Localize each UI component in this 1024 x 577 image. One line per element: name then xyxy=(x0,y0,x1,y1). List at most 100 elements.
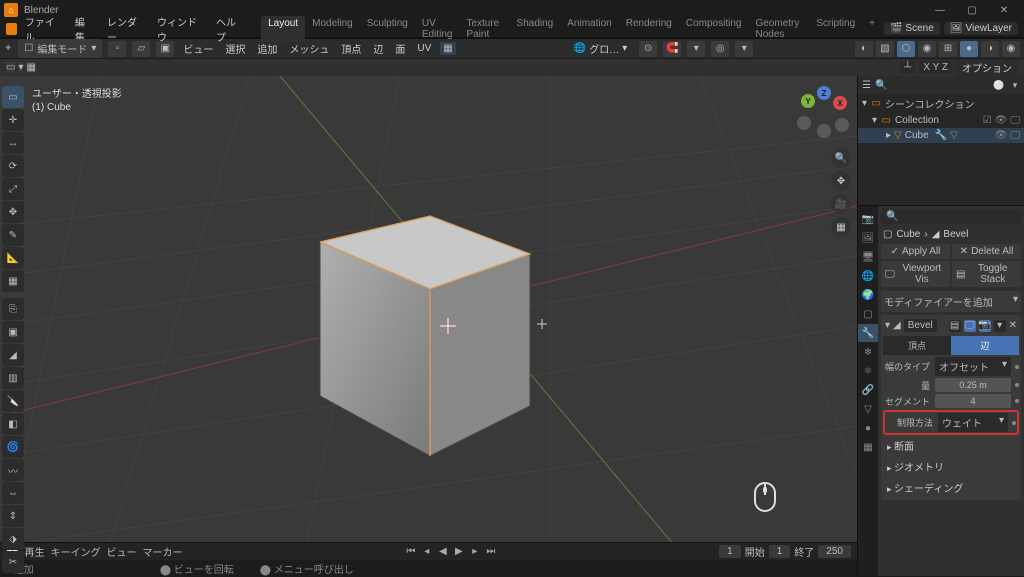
section-geometry[interactable]: ▸ ジオメトリ xyxy=(883,456,1019,477)
add-modifier-dropdown[interactable]: モディファイアーを追加▾ xyxy=(881,291,1021,312)
tl-play[interactable]: 再生 xyxy=(24,544,44,559)
mode-selector[interactable]: ☐ 編集モード ▾ xyxy=(18,39,102,58)
tool-annotate[interactable]: ✎ xyxy=(2,224,24,246)
tab-texturepaint[interactable]: Texture Paint xyxy=(459,16,509,42)
snap-icon[interactable]: 🧲 xyxy=(663,41,681,57)
tool-scale[interactable]: ⤢ xyxy=(2,178,24,200)
tool-measure[interactable]: 📐 xyxy=(2,247,24,269)
options-dropdown[interactable]: オプション xyxy=(956,59,1018,76)
select-edge-icon[interactable]: ▱ xyxy=(132,41,150,57)
proptab-constraints[interactable]: 🔗 xyxy=(858,381,878,399)
delete-all-button[interactable]: ✕Delete All xyxy=(952,244,1021,259)
hide-icon[interactable]: 👁 xyxy=(995,115,1008,126)
hdr-add[interactable]: 追加 xyxy=(254,41,280,56)
exclude-icon[interactable]: ☑ xyxy=(983,115,992,126)
tool-shrink[interactable]: ⇕ xyxy=(2,505,24,527)
xray-icon[interactable]: ▧ xyxy=(876,41,894,57)
tool-rip[interactable]: ✂ xyxy=(2,551,24,573)
proptab-material[interactable]: ● xyxy=(858,419,878,437)
tool-smooth[interactable]: 〰 xyxy=(2,459,24,481)
collection-label[interactable]: Collection xyxy=(895,115,939,126)
tool-polybuild[interactable]: ◧ xyxy=(2,413,24,435)
add-cube-icon[interactable]: ▦ xyxy=(26,62,35,73)
tab-edge[interactable]: 辺 xyxy=(951,336,1019,355)
normals-overlay-icon[interactable]: ┴ xyxy=(900,61,915,74)
tool-rotate[interactable]: ⟳ xyxy=(2,155,24,177)
pan-icon[interactable]: ✥ xyxy=(831,171,851,191)
orientation-dropdown[interactable]: 🌐 グロ… ▾ xyxy=(568,40,633,57)
mod-delete-icon[interactable]: ✕ xyxy=(1009,320,1017,331)
prev-key-icon[interactable]: ◂ xyxy=(420,546,434,557)
mod-display-icon[interactable]: 🖵 xyxy=(964,320,976,332)
toggle-stack-button[interactable]: ▤Toggle Stack xyxy=(952,261,1021,287)
hdr-face[interactable]: 面 xyxy=(392,41,408,56)
proptab-viewlayer[interactable]: 🖥 xyxy=(858,248,878,266)
tab-uvediting[interactable]: UV Editing xyxy=(415,16,460,42)
hdr-mesh[interactable]: メッシュ xyxy=(286,41,332,56)
proptab-texture[interactable]: ▦ xyxy=(858,438,878,456)
tab-layout[interactable]: Layout xyxy=(261,16,305,42)
minimize-button[interactable]: — xyxy=(924,0,956,20)
overlay-toggle-icon[interactable]: ◉ xyxy=(918,41,936,57)
nav-gizmo[interactable]: X Y Z xyxy=(795,86,849,140)
current-frame[interactable]: 1 xyxy=(719,545,741,558)
select-vertex-icon[interactable]: ▫ xyxy=(108,41,126,57)
close-button[interactable]: ✕ xyxy=(988,0,1020,20)
tl-marker[interactable]: マーカー xyxy=(142,544,182,559)
tl-view[interactable]: ビュー xyxy=(106,544,136,559)
mod-render-icon[interactable]: 📷 xyxy=(979,320,991,332)
outliner-item-cube[interactable]: Cube xyxy=(905,130,929,141)
perspective-icon[interactable]: ▦ xyxy=(831,217,851,237)
tool-shear[interactable]: ⬗ xyxy=(2,528,24,550)
tab-rendering[interactable]: Rendering xyxy=(619,16,679,42)
tool-edgeslide[interactable]: ⇔ xyxy=(2,482,24,504)
tab-shading[interactable]: Shading xyxy=(510,16,561,42)
tab-scripting[interactable]: Scripting xyxy=(809,16,862,42)
play-rev-icon[interactable]: ◀ xyxy=(436,546,450,557)
tool-transform[interactable]: ✥ xyxy=(2,201,24,223)
anim-dot-icon[interactable] xyxy=(1012,421,1016,425)
anim-dot-icon[interactable] xyxy=(1015,399,1019,403)
select-face-icon[interactable]: ▣ xyxy=(156,41,174,57)
tool-spin[interactable]: 🌀 xyxy=(2,436,24,458)
tool-knife[interactable]: 🔪 xyxy=(2,390,24,412)
bc-mod[interactable]: Bevel xyxy=(943,229,968,240)
tool-bevel[interactable]: ◢ xyxy=(2,344,24,366)
viewport-3d[interactable]: ユーザー・透視投影 (1) Cube ▭ ✛ ↔ ⟳ ⤢ ✥ ✎ 📐 ▦ ⎘ ▣… xyxy=(0,76,857,576)
mod-menu-icon[interactable]: ▾ xyxy=(994,320,1006,332)
hdr-select[interactable]: 選択 xyxy=(222,41,248,56)
tool-loopcut[interactable]: ▥ xyxy=(2,367,24,389)
tab-animation[interactable]: Animation xyxy=(560,16,618,42)
proptab-world[interactable]: 🌍 xyxy=(858,286,878,304)
maximize-button[interactable]: ▢ xyxy=(956,0,988,20)
next-key-icon[interactable]: ▸ xyxy=(468,546,482,557)
hdr-vertex[interactable]: 頂点 xyxy=(338,41,364,56)
shading-wire-icon[interactable]: ⊞ xyxy=(939,41,957,57)
section-profile[interactable]: ▸ 断面 xyxy=(883,435,1019,456)
item-hide-icon[interactable]: 👁 xyxy=(995,130,1008,141)
anim-dot-icon[interactable] xyxy=(1015,365,1019,369)
tab-modeling[interactable]: Modeling xyxy=(305,16,360,42)
tab-geonodes[interactable]: Geometry Nodes xyxy=(748,16,809,42)
hdr-edge[interactable]: 辺 xyxy=(370,41,386,56)
proptab-scene[interactable]: 🌐 xyxy=(858,267,878,285)
snap-dd-icon[interactable]: ▾ xyxy=(687,41,705,57)
proptab-output[interactable]: 🖼 xyxy=(858,229,878,247)
play-icon[interactable]: ▶ xyxy=(452,546,466,557)
tool-cursor[interactable]: ✛ xyxy=(2,109,24,131)
start-frame[interactable]: 1 xyxy=(769,545,791,558)
scene-collection-label[interactable]: シーンコレクション xyxy=(885,96,975,111)
scene-selector[interactable]: 🎬Scene xyxy=(884,22,940,35)
tool-move[interactable]: ↔ xyxy=(2,132,24,154)
tool-addcube[interactable]: ▦ xyxy=(2,270,24,292)
apply-all-button[interactable]: ✓Apply All xyxy=(881,244,950,259)
propedit-icon[interactable]: ◎ xyxy=(711,41,729,57)
tool-inset[interactable]: ▣ xyxy=(2,321,24,343)
limit-method-dropdown[interactable]: ウェイト▾ xyxy=(938,413,1008,432)
proptab-physics[interactable]: ⚛ xyxy=(858,362,878,380)
disable-icon[interactable]: 🖵 xyxy=(1010,115,1020,126)
tl-keying[interactable]: キーイング xyxy=(50,544,100,559)
item-disable-icon[interactable]: 🖵 xyxy=(1010,130,1020,141)
jump-start-icon[interactable]: ⏮ xyxy=(404,546,418,557)
camera-icon[interactable]: 🎥 xyxy=(831,194,851,214)
